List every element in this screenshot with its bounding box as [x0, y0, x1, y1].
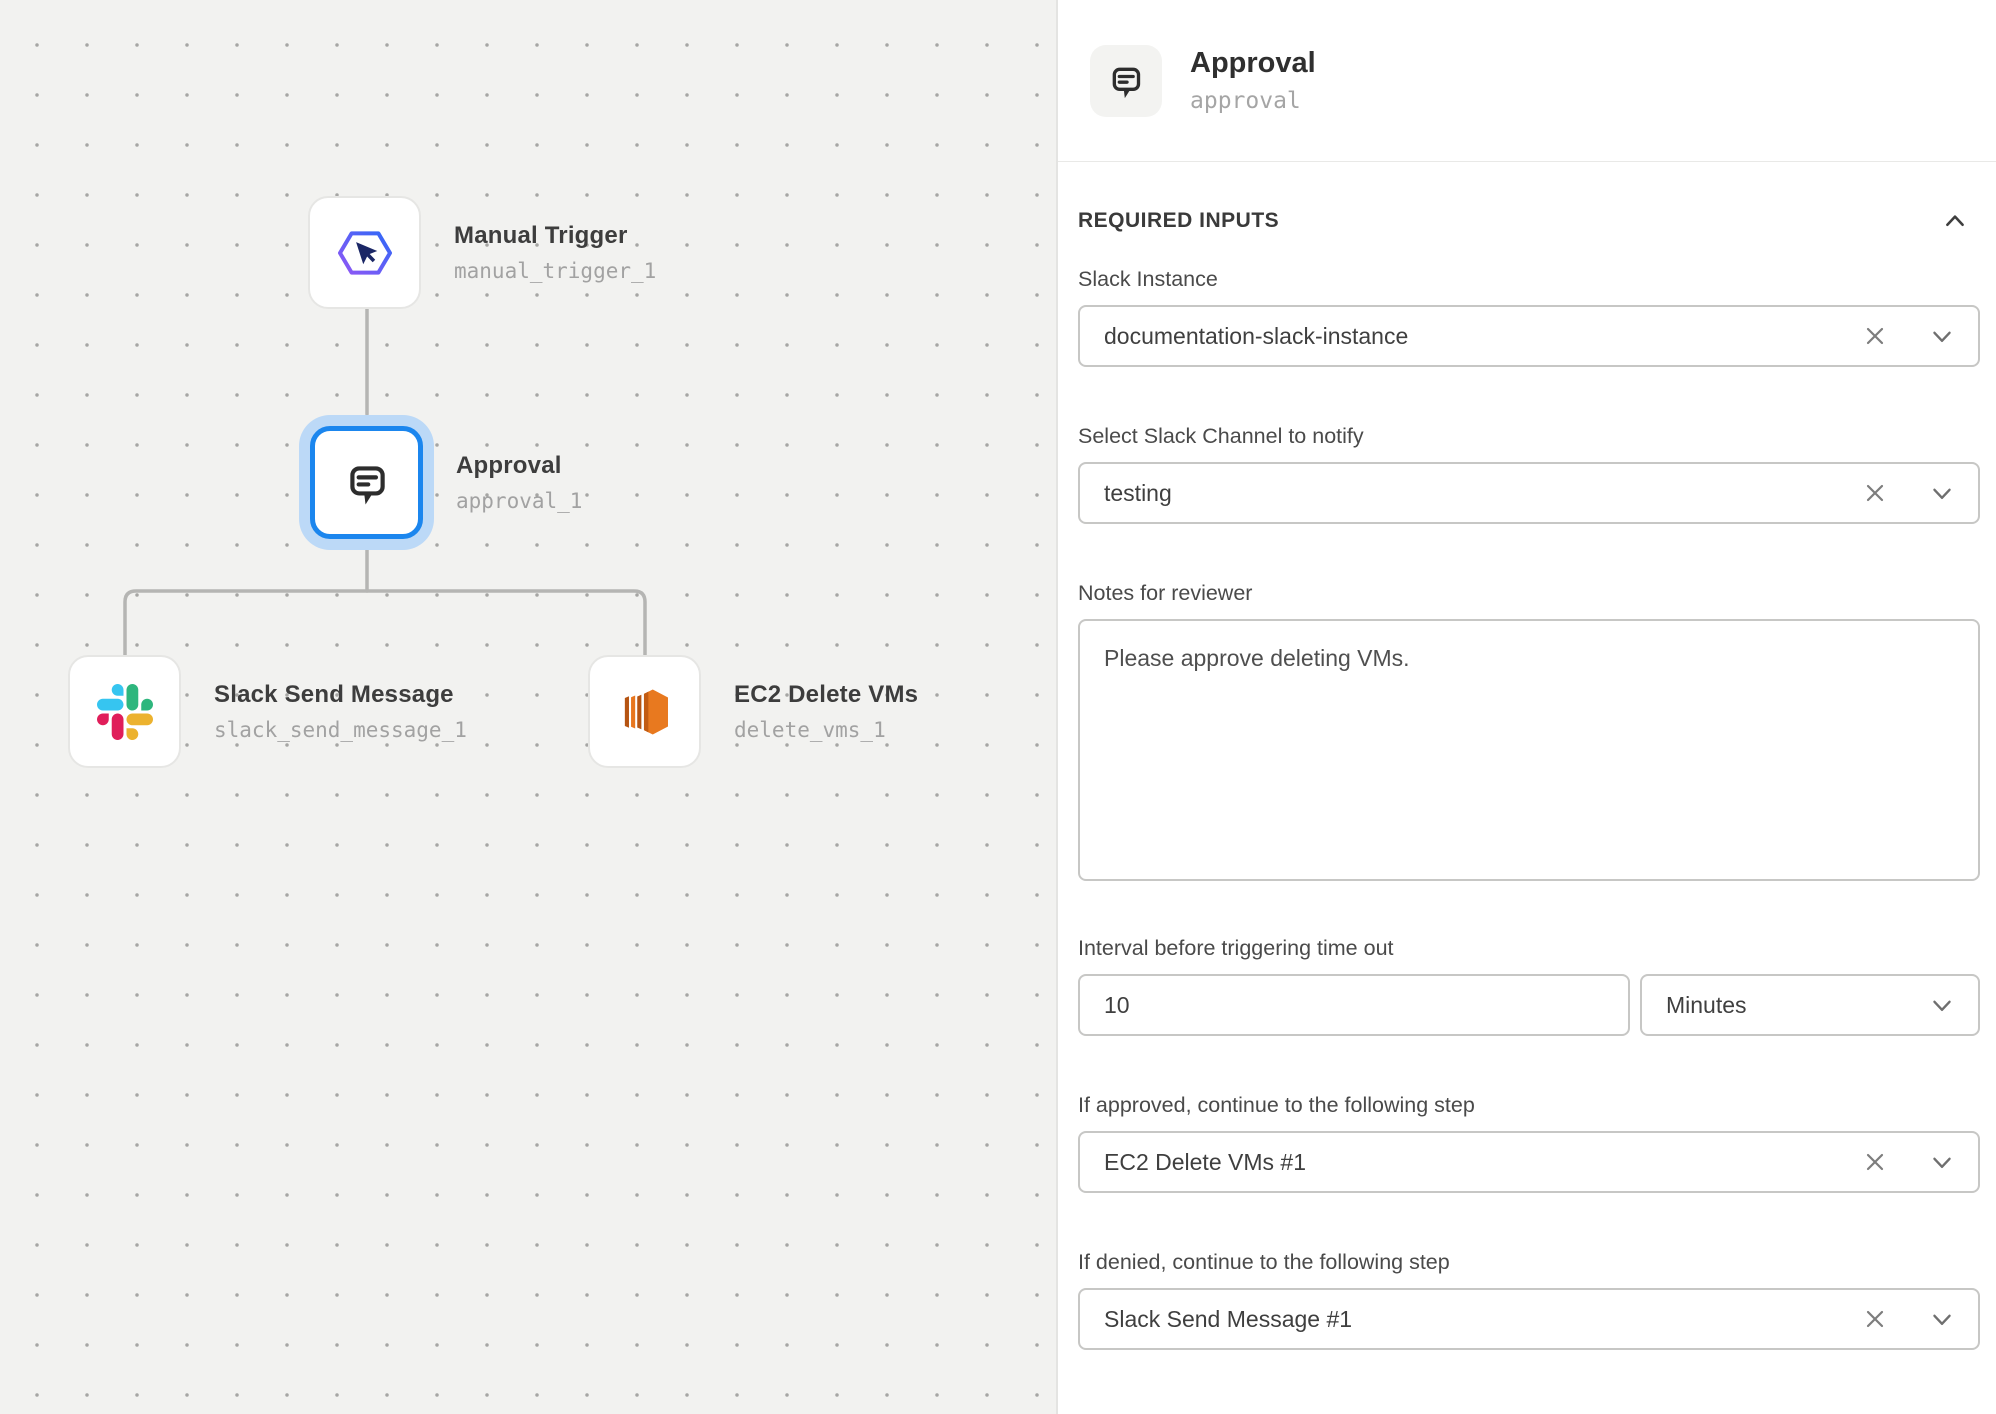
slack-channel-clear-button[interactable]	[1862, 480, 1888, 506]
clear-x-icon	[1862, 323, 1888, 349]
panel-subtitle: approval	[1190, 88, 1316, 114]
slack-instance-select[interactable]: documentation-slack-instance	[1078, 305, 1980, 367]
node-manual-trigger-label: Manual Trigger manual_trigger_1	[454, 222, 656, 283]
slack-channel-value: testing	[1104, 480, 1862, 507]
node-slack-send-message-label: Slack Send Message slack_send_message_1	[214, 681, 467, 742]
notes-textarea[interactable]: Please approve deleting VMs.	[1078, 619, 1980, 881]
slack-instance-label: Slack Instance	[1078, 267, 1980, 292]
workflow-canvas[interactable]: Manual Trigger manual_trigger_1 Approval…	[0, 0, 1056, 1414]
interval-unit-value: Minutes	[1666, 992, 1928, 1019]
chevron-down-icon	[1928, 322, 1956, 350]
node-approval-box[interactable]	[310, 426, 423, 539]
section-collapse-button[interactable]	[1942, 208, 1968, 234]
required-inputs-header: REQUIRED INPUTS	[1078, 208, 1980, 234]
node-id: delete_vms_1	[734, 718, 918, 742]
slack-instance-dropdown-button[interactable]	[1928, 322, 1956, 350]
slack-logo-icon	[97, 684, 153, 740]
interval-value-input[interactable]	[1078, 974, 1630, 1036]
approved-step-value: EC2 Delete VMs #1	[1104, 1149, 1862, 1176]
slack-instance-value: documentation-slack-instance	[1104, 323, 1862, 350]
aws-ec2-icon	[614, 681, 676, 743]
panel-header: Approval approval	[1058, 0, 1996, 162]
chevron-down-icon	[1928, 991, 1956, 1019]
slack-channel-label: Select Slack Channel to notify	[1078, 424, 1980, 449]
node-slack-send-message: Slack Send Message slack_send_message_1	[68, 655, 467, 768]
chevron-down-icon	[1928, 1148, 1956, 1176]
required-inputs-label: REQUIRED INPUTS	[1078, 209, 1279, 233]
interval-label: Interval before triggering time out	[1078, 936, 1980, 961]
node-approval: Approval approval_1	[310, 426, 582, 539]
approval-comment-icon	[342, 458, 392, 508]
clear-x-icon	[1862, 1149, 1888, 1175]
approved-step-clear-button[interactable]	[1862, 1149, 1888, 1175]
node-manual-trigger: Manual Trigger manual_trigger_1	[308, 196, 656, 309]
approved-step-select[interactable]: EC2 Delete VMs #1	[1078, 1131, 1980, 1193]
clear-x-icon	[1862, 1306, 1888, 1332]
chevron-down-icon	[1928, 1305, 1956, 1333]
manual-trigger-hexagon-cursor-icon	[336, 228, 394, 278]
slack-instance-clear-button[interactable]	[1862, 323, 1888, 349]
node-ec2-delete-vms: EC2 Delete VMs delete_vms_1	[588, 655, 918, 768]
chevron-up-icon	[1942, 208, 1968, 234]
denied-step-label: If denied, continue to the following ste…	[1078, 1250, 1980, 1275]
node-ec2-delete-vms-label: EC2 Delete VMs delete_vms_1	[734, 681, 918, 742]
approval-comment-icon	[1090, 45, 1162, 117]
panel-body: REQUIRED INPUTS Slack Instance documenta…	[1058, 208, 1996, 1350]
slack-channel-select[interactable]: testing	[1078, 462, 1980, 524]
notes-label: Notes for reviewer	[1078, 581, 1980, 606]
node-id: slack_send_message_1	[214, 718, 467, 742]
node-title: Manual Trigger	[454, 222, 656, 250]
chevron-down-icon	[1928, 479, 1956, 507]
denied-step-value: Slack Send Message #1	[1104, 1306, 1862, 1333]
node-title: Slack Send Message	[214, 681, 467, 709]
node-manual-trigger-box[interactable]	[308, 196, 421, 309]
slack-channel-dropdown-button[interactable]	[1928, 479, 1956, 507]
node-title: EC2 Delete VMs	[734, 681, 918, 709]
workflow-builder-app: Manual Trigger manual_trigger_1 Approval…	[0, 0, 1996, 1414]
panel-header-text: Approval approval	[1190, 47, 1316, 114]
node-approval-label: Approval approval_1	[456, 452, 582, 513]
interval-unit-select[interactable]: Minutes	[1640, 974, 1980, 1036]
clear-x-icon	[1862, 480, 1888, 506]
node-id: approval_1	[456, 489, 582, 513]
approved-step-label: If approved, continue to the following s…	[1078, 1093, 1980, 1118]
node-id: manual_trigger_1	[454, 259, 656, 283]
node-title: Approval	[456, 452, 582, 480]
interval-row: Minutes	[1078, 974, 1980, 1036]
denied-step-select[interactable]: Slack Send Message #1	[1078, 1288, 1980, 1350]
node-ec2-delete-vms-box[interactable]	[588, 655, 701, 768]
denied-step-clear-button[interactable]	[1862, 1306, 1888, 1332]
denied-step-dropdown-button[interactable]	[1928, 1305, 1956, 1333]
approved-step-dropdown-button[interactable]	[1928, 1148, 1956, 1176]
panel-title: Approval	[1190, 47, 1316, 80]
step-details-panel: Approval approval REQUIRED INPUTS Slack …	[1056, 0, 1996, 1414]
node-slack-send-message-box[interactable]	[68, 655, 181, 768]
interval-unit-dropdown-button[interactable]	[1928, 991, 1956, 1019]
